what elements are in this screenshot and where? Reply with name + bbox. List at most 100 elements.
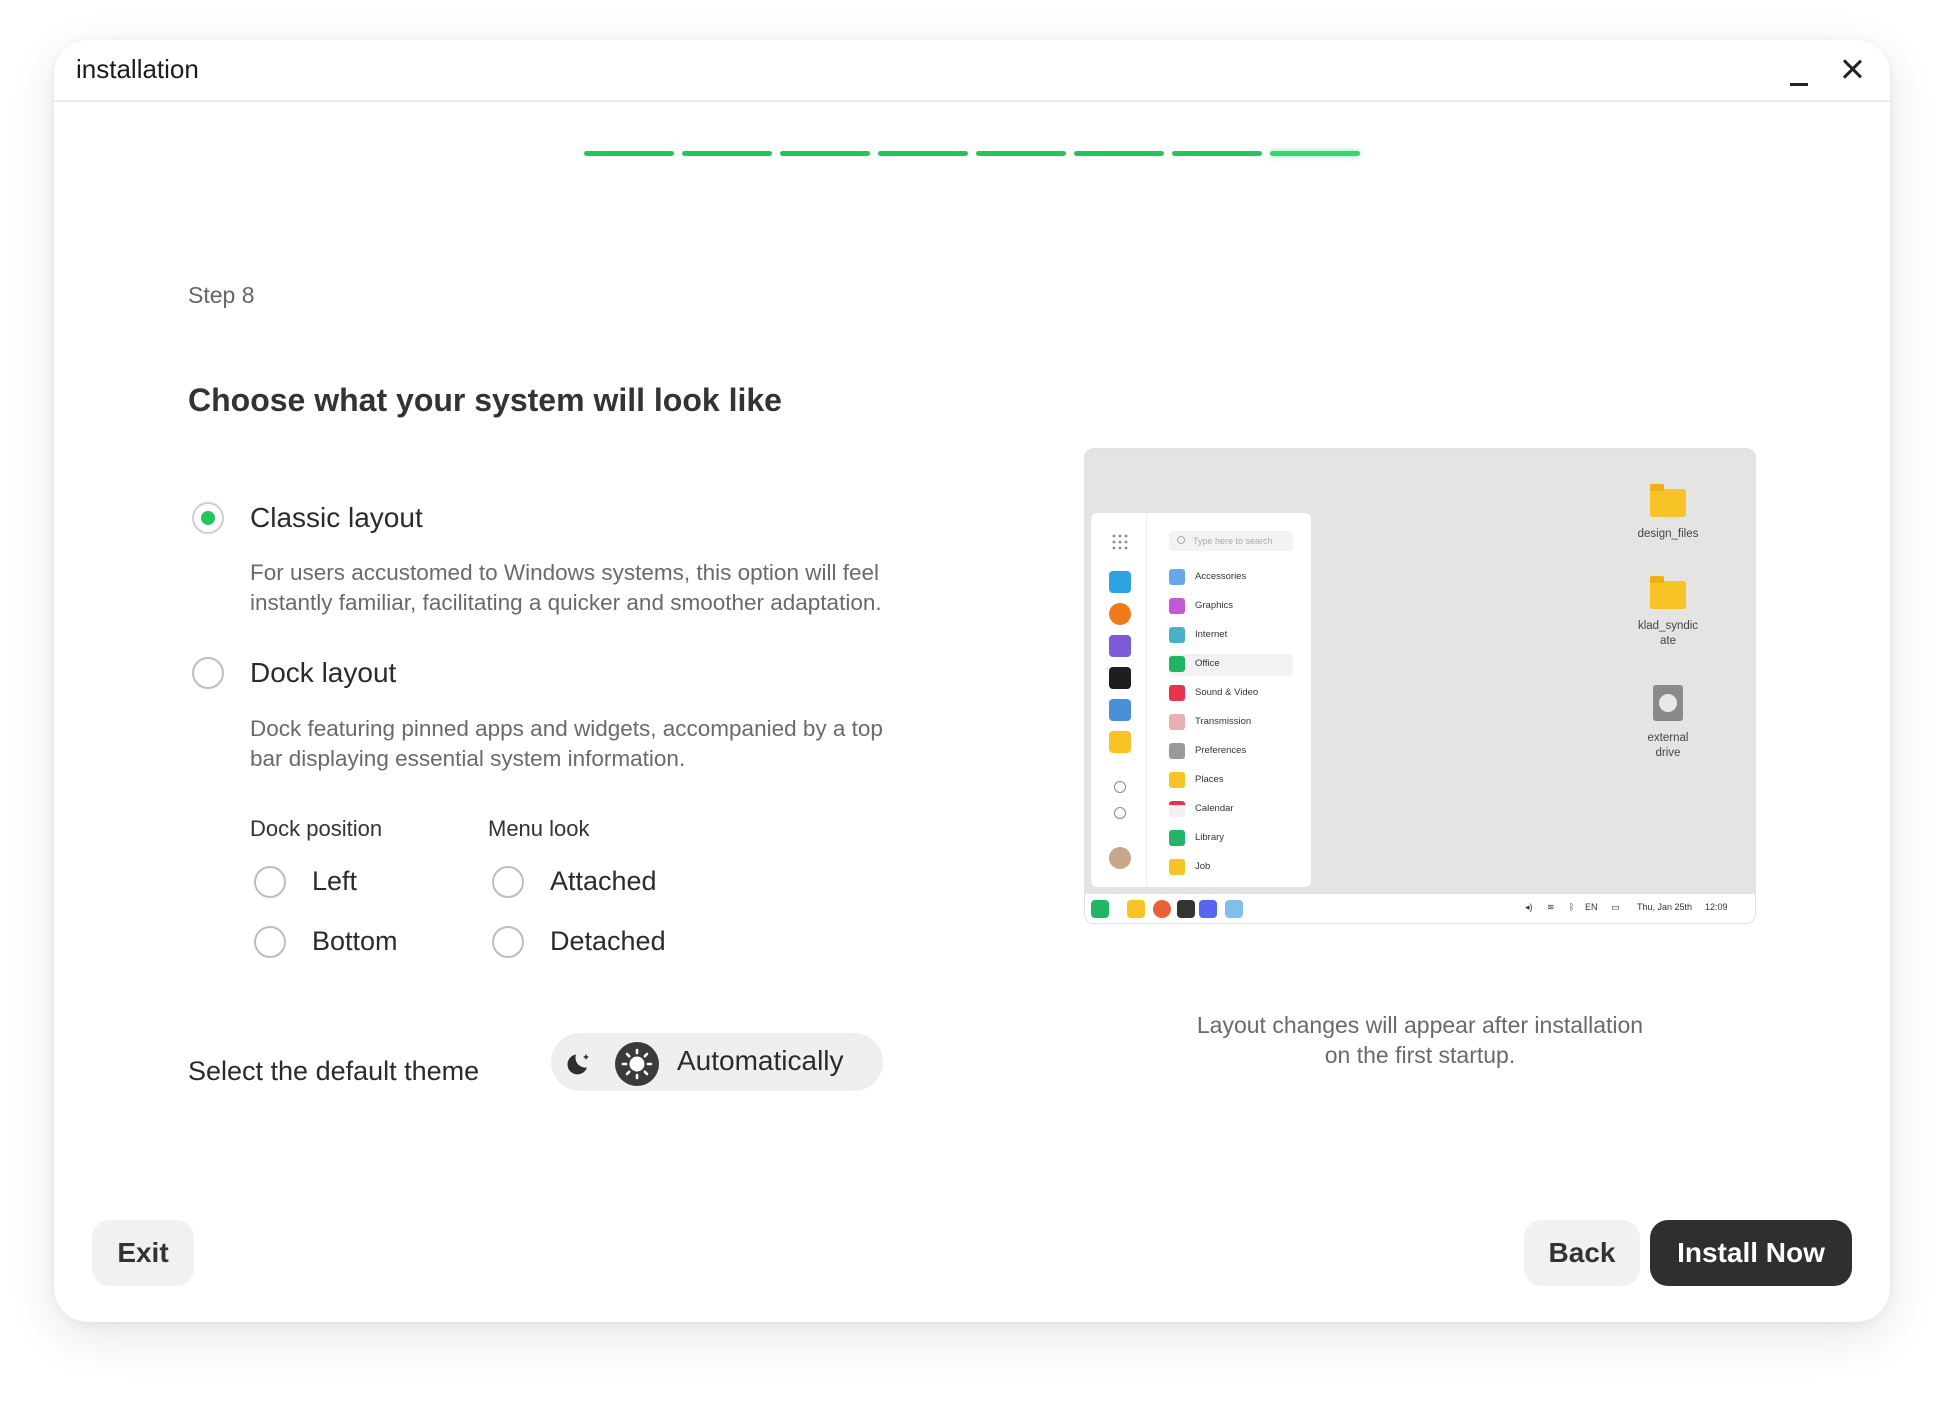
description-line: Dock featuring pinned apps and widgets, …: [250, 716, 883, 741]
office-icon: [1169, 656, 1185, 672]
back-button[interactable]: Back: [1524, 1220, 1640, 1286]
drive-icon: [1653, 685, 1683, 721]
dock-layout-radio[interactable]: [192, 657, 224, 689]
menu-item: Calendar: [1169, 799, 1293, 821]
description-line: bar displaying essential system informat…: [250, 746, 686, 771]
places-icon: [1169, 772, 1185, 788]
graphics-icon: [1169, 598, 1185, 614]
firefox-icon: [1153, 900, 1171, 918]
folder-icon: [1109, 731, 1131, 753]
menu-look-heading: Menu look: [488, 816, 590, 841]
classic-layout-description: For users accustomed to Windows systems,…: [250, 558, 1010, 618]
dock-position-bottom-label[interactable]: Bottom: [312, 926, 398, 957]
taskbar-time: 12:09: [1705, 902, 1728, 912]
figma-icon: [1109, 667, 1131, 689]
discord-icon: [1199, 900, 1217, 918]
desktop-icon-design-files: design_files: [1613, 484, 1723, 542]
menu-look-detached-radio[interactable]: [492, 926, 524, 958]
desktop-icon-label: external: [1647, 732, 1689, 744]
image-viewer-icon: [1109, 699, 1131, 721]
apps-grid-icon: [1112, 534, 1128, 550]
taskbar-date: Thu, Jan 25th: [1637, 902, 1693, 912]
close-button[interactable]: [1842, 58, 1862, 78]
progress-segment: [780, 151, 870, 156]
menu-look-attached-radio[interactable]: [492, 866, 524, 898]
minimize-button[interactable]: [1790, 68, 1808, 86]
bluetooth-icon: ᛒ: [1569, 902, 1575, 912]
theme-label: Select the default theme: [188, 1056, 480, 1086]
desktop-icon-label: design_files: [1637, 528, 1699, 540]
language-indicator: EN: [1585, 902, 1598, 912]
menu-item-label: Sound & Video: [1195, 687, 1259, 698]
start-menu-icon: [1091, 900, 1109, 918]
dock-layout-description: Dock featuring pinned apps and widgets, …: [250, 714, 1010, 774]
dock-position-bottom-radio[interactable]: [254, 926, 286, 958]
blender-icon: [1109, 603, 1131, 625]
settings-icon: [1114, 781, 1126, 793]
folder-icon: [1650, 576, 1686, 609]
menu-item: Job: [1169, 857, 1293, 879]
progress-segment: [682, 151, 772, 156]
accessories-icon: [1169, 569, 1185, 585]
menu-item-selected: Office: [1169, 654, 1293, 676]
menu-item-label: Graphics: [1195, 600, 1234, 611]
telegram-icon: [1109, 571, 1131, 593]
dock-position-left-label[interactable]: Left: [312, 866, 357, 897]
dock-layout-label[interactable]: Dock layout: [250, 657, 396, 689]
menu-item: Transmission: [1169, 712, 1293, 734]
desktop-icon-label: ate: [1660, 635, 1676, 647]
desktop-icon-label: drive: [1655, 747, 1681, 759]
desktop-icon-external-drive: external drive: [1613, 685, 1723, 761]
theme-value: Automatically: [677, 1045, 844, 1076]
title-bar: installation: [54, 40, 1890, 102]
battery-icon: ▭: [1611, 902, 1620, 912]
menu-item: Internet: [1169, 625, 1293, 647]
search-icon: [1177, 536, 1185, 544]
progress-segment: [584, 151, 674, 156]
app-icon: [1109, 635, 1131, 657]
progress-segment: [976, 151, 1066, 156]
start-menu-preview: Type here to search Accessories Graphics…: [1091, 513, 1311, 887]
menu-item-label: Internet: [1195, 629, 1228, 640]
search-placeholder: Type here to search: [1193, 536, 1273, 546]
progress-segment-current: [1270, 151, 1360, 156]
menu-search-box: Type here to search: [1169, 531, 1293, 551]
preview-note-line: Layout changes will appear after install…: [1196, 1012, 1644, 1038]
preview-note: Layout changes will appear after install…: [1160, 1010, 1680, 1070]
moon-icon[interactable]: [565, 1048, 595, 1078]
layout-preview-image: Type here to search Accessories Graphics…: [1084, 448, 1756, 924]
preview-note-line: on the first startup.: [1324, 1042, 1516, 1068]
menu-item-label: Calendar: [1195, 803, 1234, 814]
dock-position-left-radio[interactable]: [254, 866, 286, 898]
menu-look-detached-label[interactable]: Detached: [550, 926, 666, 957]
exit-button[interactable]: Exit: [92, 1220, 194, 1286]
menu-item-label: Accessories: [1195, 571, 1247, 582]
sun-icon[interactable]: [615, 1042, 659, 1086]
transmission-icon: [1169, 714, 1185, 730]
menu-item: Sound & Video: [1169, 683, 1293, 705]
mail-icon: [1225, 900, 1243, 918]
dock-position-heading: Dock position: [250, 816, 383, 841]
menu-item-label: Places: [1195, 774, 1224, 785]
page-title: Choose what your system will look like: [188, 382, 782, 418]
classic-layout-radio[interactable]: [192, 502, 224, 534]
avatar: [1109, 847, 1131, 869]
wifi-icon: ≋: [1547, 902, 1555, 912]
menu-item: Places: [1169, 770, 1293, 792]
menu-look-attached-label[interactable]: Attached: [550, 866, 657, 897]
installer-window: installation Step 8 Choose what your sys…: [54, 40, 1890, 1322]
library-icon: [1169, 830, 1185, 846]
terminal-icon: [1177, 900, 1195, 918]
menu-item-label: Library: [1195, 832, 1225, 843]
progress-segment: [1074, 151, 1164, 156]
theme-toggle[interactable]: Automatically: [551, 1033, 883, 1091]
menu-item: Preferences: [1169, 741, 1293, 763]
window-title: installation: [76, 54, 199, 84]
power-icon: [1114, 807, 1126, 819]
preview-taskbar: ◂) ≋ ᛒ EN ▭ Thu, Jan 25th 12:09: [1085, 893, 1755, 923]
desktop-icon-klad-syndicate: klad_syndic ate: [1613, 576, 1723, 649]
install-now-button[interactable]: Install Now: [1650, 1220, 1852, 1286]
step-label: Step 8: [188, 282, 255, 308]
classic-layout-label[interactable]: Classic layout: [250, 502, 423, 534]
menu-item: Library: [1169, 828, 1293, 850]
